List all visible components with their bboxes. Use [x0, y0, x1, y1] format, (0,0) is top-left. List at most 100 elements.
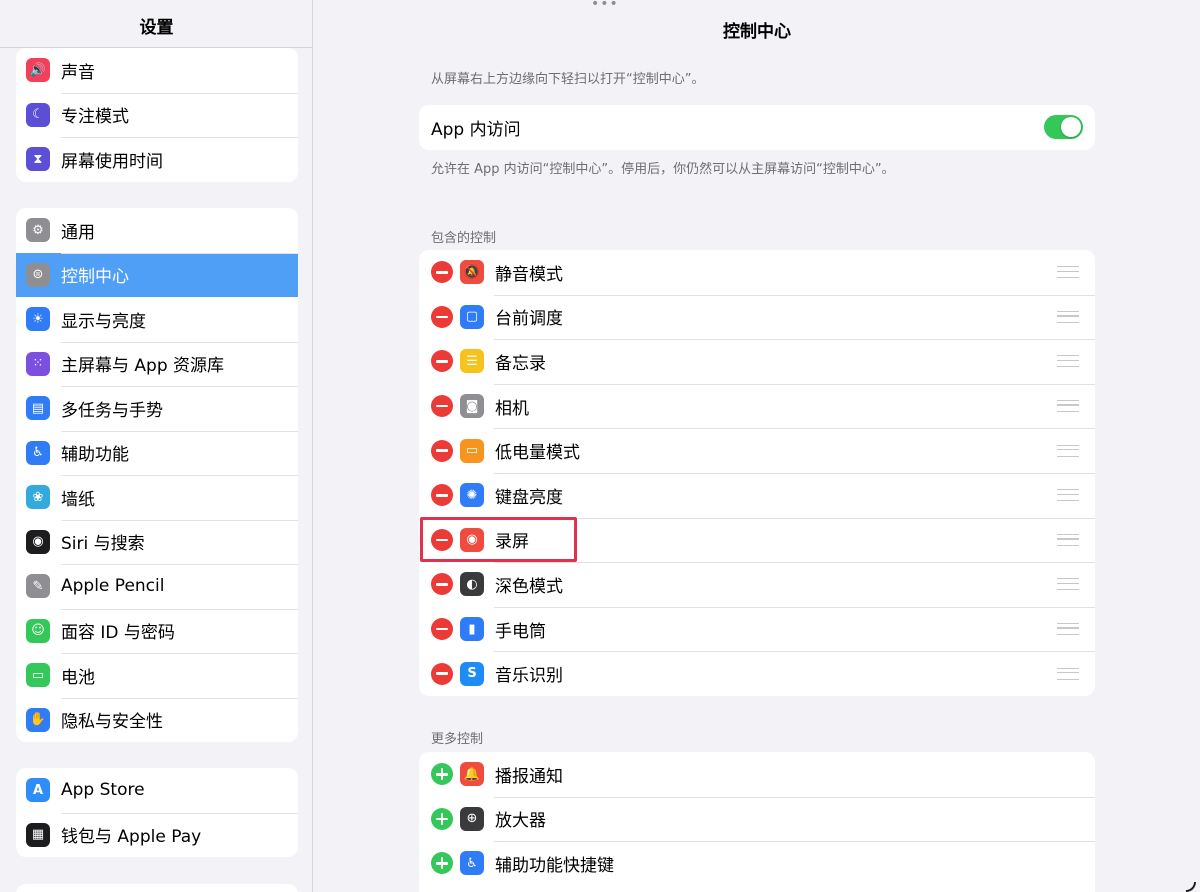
remove-button[interactable]	[431, 484, 453, 507]
battery-icon: ▭	[26, 663, 50, 688]
more-controls-list: 🔔 播报通知 ⊕ 放大器 ♿ 辅助功能快捷键	[419, 752, 1095, 892]
control-label: 辅助功能快捷键	[495, 855, 614, 876]
control-label: 静音模式	[495, 264, 563, 285]
control-label: 相机	[495, 398, 529, 419]
sidebar-item-siri-search[interactable]: ◉ Siri 与搜索	[16, 519, 298, 565]
control-row-keyboard-brightness: ✺ 键盘亮度	[419, 472, 1095, 518]
control-label: 播报通知	[495, 766, 563, 787]
app-access-toggle[interactable]	[1044, 115, 1083, 139]
stage-manager-icon: ▢	[460, 304, 484, 329]
remove-button[interactable]	[431, 350, 453, 373]
reorder-handle[interactable]	[1057, 623, 1079, 636]
control-label: 放大器	[495, 811, 546, 832]
gear-icon: ⚙	[26, 218, 50, 243]
sidebar-item-label: 显示与亮度	[61, 311, 146, 332]
included-controls-list: 🔕 静音模式 ▢ 台前调度 ☰ 备忘录 ◙ 相机 ▭ 低电量模式 ✺ 键盘亮度 …	[419, 250, 1095, 696]
reorder-handle[interactable]	[1057, 667, 1079, 680]
control-label: 录屏	[495, 532, 529, 553]
control-row-screen-recording: ◉ 录屏	[419, 517, 1095, 563]
magnifier-icon: ⊕	[460, 806, 484, 831]
reorder-handle[interactable]	[1057, 444, 1079, 457]
sidebar-item-label: 专注模式	[61, 107, 129, 128]
appstore-icon: A	[26, 778, 50, 803]
included-controls-header: 包含的控制	[431, 231, 497, 246]
sidebar-group-1: 🔊 声音 ☾ 专注模式 ⧗ 屏幕使用时间	[16, 48, 298, 182]
settings-sidebar: 设置 🔊 声音 ☾ 专注模式 ⧗ 屏幕使用时间 ⚙ 通用 ⊜ 控制中心 ☀ 显示…	[0, 0, 313, 892]
sidebar-item-label: 钱包与 Apple Pay	[61, 827, 202, 848]
multitasking-grabber[interactable]: •••	[591, 0, 619, 11]
hand-icon: ✋	[26, 707, 50, 732]
page-title: 控制中心	[723, 22, 791, 42]
control-label: 深色模式	[495, 576, 563, 597]
sidebar-item-wallpaper[interactable]: ❀ 墙纸	[16, 475, 298, 520]
remove-button[interactable]	[431, 573, 453, 596]
remove-button[interactable]	[431, 261, 453, 284]
speaker-icon: 🔊	[26, 58, 50, 83]
low-battery-icon: ▭	[460, 438, 484, 463]
multitask-icon: ▤	[26, 396, 50, 421]
reorder-handle[interactable]	[1057, 578, 1079, 591]
sidebar-item-label: 电池	[61, 667, 95, 688]
keyboard-brightness-icon: ✺	[460, 483, 484, 508]
control-row-dark-mode: ◐ 深色模式	[419, 562, 1095, 607]
reorder-handle[interactable]	[1057, 310, 1079, 323]
sidebar-item-accessibility[interactable]: ♿ 辅助功能	[16, 430, 298, 476]
reorder-handle[interactable]	[1057, 400, 1079, 413]
sidebar-item-label: Apple Pencil	[61, 576, 165, 597]
sidebar-item-general[interactable]: ⚙ 通用	[16, 208, 298, 253]
remove-button[interactable]	[431, 395, 453, 418]
app-grid-icon: ⁙	[26, 351, 50, 376]
control-row-camera: ◙ 相机	[419, 383, 1095, 429]
control-row-magnifier: ⊕ 放大器	[419, 796, 1095, 842]
add-button[interactable]	[431, 763, 453, 786]
control-row-flashlight: ▮ 手电筒	[419, 606, 1095, 652]
screen-record-icon: ◉	[460, 527, 484, 552]
remove-button[interactable]	[431, 528, 453, 551]
control-row-notes: ☰ 备忘录	[419, 339, 1095, 384]
control-label: 手电筒	[495, 621, 546, 642]
control-row-low-power: ▭ 低电量模式	[419, 428, 1095, 473]
accessibility-shortcut-icon: ♿	[460, 851, 484, 876]
control-label: 音乐识别	[495, 666, 563, 687]
reorder-handle[interactable]	[1057, 533, 1079, 546]
sidebar-item-label: 控制中心	[61, 267, 129, 288]
sidebar-item-wallet[interactable]: ▦ 钱包与 Apple Pay	[16, 812, 298, 858]
remove-button[interactable]	[431, 439, 453, 462]
control-row-silent-mode: 🔕 静音模式	[419, 250, 1095, 295]
sidebar-item-control-center[interactable]: ⊜ 控制中心	[16, 252, 298, 297]
sidebar-item-screen-time[interactable]: ⧗ 屏幕使用时间	[16, 137, 298, 182]
sidebar-item-label: 面容 ID 与密码	[61, 623, 175, 644]
sidebar-item-apple-pencil[interactable]: ✎ Apple Pencil	[16, 564, 298, 609]
sidebar-item-label: 辅助功能	[61, 445, 129, 466]
app-access-label: App 内访问	[431, 119, 521, 140]
sidebar-item-multitasking[interactable]: ▤ 多任务与手势	[16, 386, 298, 431]
add-button[interactable]	[431, 852, 453, 875]
app-access-hint: 允许在 App 内访问“控制中心”。停用后，你仍然可以从主屏幕访问“控制中心”。	[431, 162, 895, 177]
reorder-handle[interactable]	[1057, 355, 1079, 368]
reorder-handle[interactable]	[1057, 266, 1079, 279]
remove-button[interactable]	[431, 618, 453, 641]
flower-icon: ❀	[26, 485, 50, 510]
remove-button[interactable]	[431, 662, 453, 685]
remove-button[interactable]	[431, 305, 453, 328]
sidebar-item-face-id[interactable]: ☺ 面容 ID 与密码	[16, 608, 298, 654]
sidebar-item-battery[interactable]: ▭ 电池	[16, 653, 298, 698]
sidebar-item-app-store[interactable]: A App Store	[16, 768, 298, 813]
reorder-handle[interactable]	[1057, 489, 1079, 502]
sidebar-item-privacy[interactable]: ✋ 隐私与安全性	[16, 697, 298, 743]
sidebar-item-focus[interactable]: ☾ 专注模式	[16, 92, 298, 138]
control-row-stage-manager: ▢ 台前调度	[419, 294, 1095, 340]
sidebar-item-sound[interactable]: 🔊 声音	[16, 48, 298, 93]
sidebar-item-home-screen[interactable]: ⁙ 主屏幕与 App 资源库	[16, 341, 298, 387]
wallet-icon: ▦	[26, 822, 50, 847]
announce-notifications-icon: 🔔	[460, 762, 484, 787]
add-button[interactable]	[431, 807, 453, 830]
control-row-accessibility-shortcut: ♿ 辅助功能快捷键	[419, 841, 1095, 886]
sidebar-item-label: Siri 与搜索	[61, 534, 145, 555]
bell-slash-icon: 🔕	[460, 260, 484, 285]
sidebar-item-label: 隐私与安全性	[61, 712, 163, 733]
window-corner	[1186, 882, 1196, 892]
sidebar-item-display-brightness[interactable]: ☀ 显示与亮度	[16, 297, 298, 342]
flashlight-icon: ▮	[460, 617, 484, 642]
sidebar-item-label: 屏幕使用时间	[61, 151, 163, 172]
